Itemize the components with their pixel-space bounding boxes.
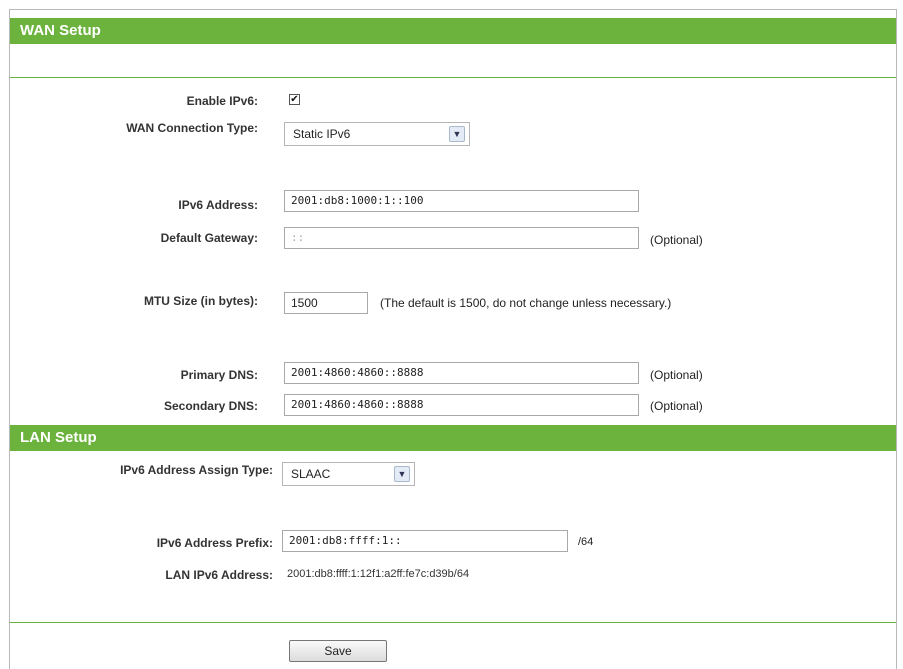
wan-setup-header: WAN Setup bbox=[10, 18, 896, 44]
lan-setup-header: LAN Setup bbox=[10, 425, 896, 451]
primary-dns-input[interactable]: 2001:4860:4860::8888 bbox=[284, 362, 639, 384]
mtu-size-input[interactable]: 1500 bbox=[284, 292, 368, 314]
footer-divider bbox=[10, 622, 896, 623]
wan-connection-type-value: Static IPv6 bbox=[293, 127, 351, 141]
ipv6-assign-type-value: SLAAC bbox=[291, 467, 331, 481]
secondary-dns-optional-note: (Optional) bbox=[650, 399, 703, 413]
enable-ipv6-label: Enable IPv6: bbox=[186, 94, 258, 108]
secondary-dns-input[interactable]: 2001:4860:4860::8888 bbox=[284, 394, 639, 416]
lan-ipv6-address-value: 2001:db8:ffff:1:12f1:a2ff:fe7c:d39b/64 bbox=[287, 568, 470, 580]
ipv6-prefix-label: IPv6 Address Prefix: bbox=[156, 536, 273, 550]
default-gateway-optional-note: (Optional) bbox=[650, 233, 703, 247]
default-gateway-label: Default Gateway: bbox=[160, 231, 258, 245]
chevron-down-icon: ▼ bbox=[449, 126, 465, 142]
ipv6-assign-type-label: IPv6 Address Assign Type: bbox=[120, 463, 273, 477]
ipv6-assign-type-select[interactable]: SLAAC ▼ bbox=[282, 462, 415, 486]
default-gateway-input[interactable]: :: bbox=[284, 227, 639, 249]
ipv6-address-label: IPv6 Address: bbox=[178, 198, 258, 212]
chevron-down-icon: ▼ bbox=[394, 466, 410, 482]
primary-dns-optional-note: (Optional) bbox=[650, 368, 703, 382]
wan-connection-type-label: WAN Connection Type: bbox=[126, 121, 258, 135]
secondary-dns-label: Secondary DNS: bbox=[163, 399, 258, 413]
save-button[interactable]: Save bbox=[289, 640, 387, 662]
mtu-size-label: MTU Size (in bytes): bbox=[143, 294, 258, 308]
wan-divider bbox=[10, 77, 896, 78]
ipv6-prefix-input[interactable]: 2001:db8:ffff:1:: bbox=[282, 530, 568, 552]
ipv6-address-input[interactable]: 2001:db8:1000:1::100 bbox=[284, 190, 639, 212]
enable-ipv6-checkbox[interactable]: ✔ bbox=[289, 94, 300, 105]
wan-connection-type-select[interactable]: Static IPv6 ▼ bbox=[284, 122, 470, 146]
ipv6-prefix-length: /64 bbox=[578, 536, 594, 548]
mtu-size-note: (The default is 1500, do not change unle… bbox=[380, 296, 672, 310]
primary-dns-label: Primary DNS: bbox=[180, 368, 258, 382]
lan-ipv6-address-label: LAN IPv6 Address: bbox=[165, 568, 273, 582]
